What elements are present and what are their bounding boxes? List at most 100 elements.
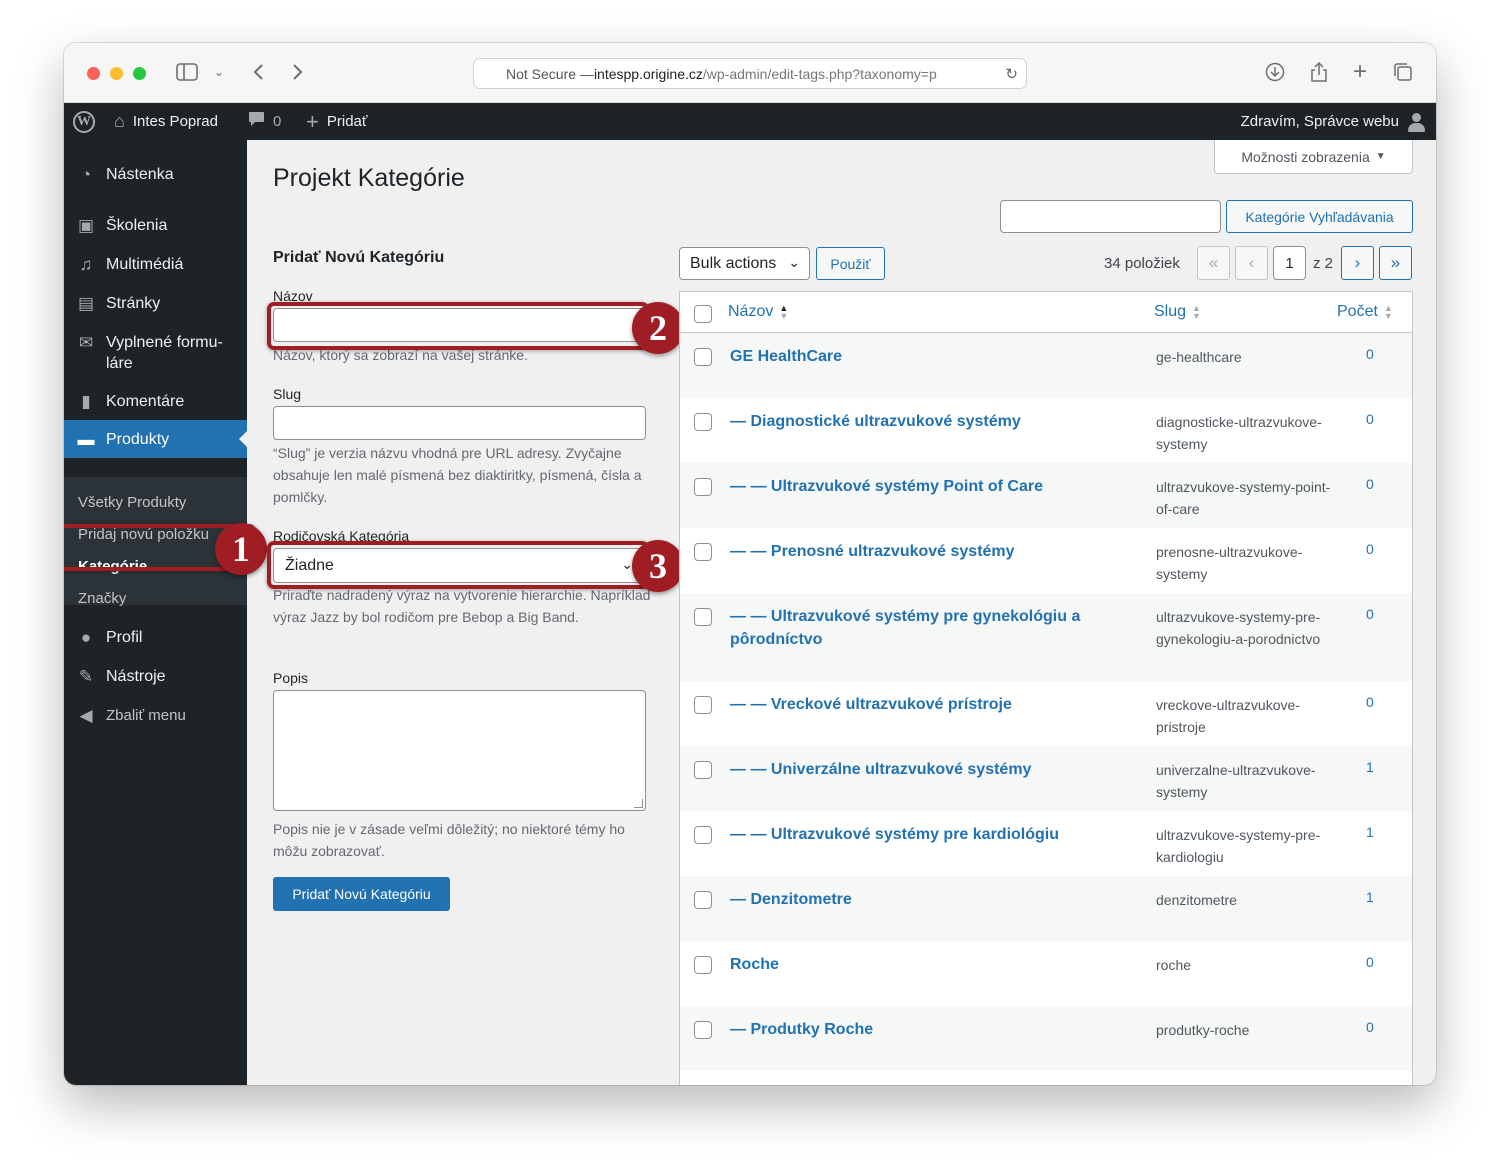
- category-count-link[interactable]: 0: [1366, 476, 1374, 492]
- new-tab-icon[interactable]: +: [1348, 58, 1372, 85]
- close-window-button[interactable]: [87, 67, 100, 80]
- menu-item-collapse[interactable]: ◀ Zbaliť menu: [64, 705, 247, 726]
- row-checkbox[interactable]: [694, 1021, 712, 1039]
- site-name: Intes Poprad: [132, 113, 218, 130]
- row-checkbox[interactable]: [694, 608, 712, 626]
- category-count-link[interactable]: 0: [1366, 541, 1374, 557]
- prev-page-button[interactable]: ‹: [1235, 246, 1268, 280]
- category-count-link[interactable]: 0: [1366, 954, 1374, 970]
- submenu-all-products[interactable]: Všetky Produkty: [78, 494, 186, 511]
- category-name-link[interactable]: — Denzitometre: [730, 888, 1100, 911]
- row-checkbox[interactable]: [694, 826, 712, 844]
- category-name-link[interactable]: — Produtky Roche: [730, 1018, 1100, 1041]
- menu-item-tools[interactable]: ✎ Nástroje: [64, 666, 247, 687]
- category-count-link[interactable]: 1: [1366, 824, 1374, 840]
- sort-icon: ▲ ▼: [779, 303, 789, 321]
- menu-item-media[interactable]: ♫ Multimédiá: [64, 254, 247, 275]
- table-row: — — Ultrazvukové systémy Point of Care ul…: [680, 463, 1412, 528]
- description-textarea[interactable]: [273, 690, 646, 811]
- row-checkbox[interactable]: [694, 543, 712, 561]
- menu-item-forms[interactable]: ✉ Vyplnené formu- láre: [64, 332, 247, 374]
- training-icon: ▣: [77, 216, 95, 235]
- bulk-actions-label: Bulk actions: [690, 254, 777, 272]
- menu-item-comments[interactable]: ▮ Komentáre: [64, 391, 247, 412]
- menu-item-products[interactable]: ▬ Produkty: [64, 420, 247, 458]
- comments-link[interactable]: 0: [248, 103, 281, 140]
- share-icon[interactable]: [1306, 59, 1332, 85]
- menu-label: Školenia: [106, 217, 168, 234]
- category-name-link[interactable]: Roche: [730, 953, 1100, 976]
- admin-sidebar: ◔ Nástenka ▣ Školenia ♫ Multimédiá ▤ Str…: [64, 140, 247, 1085]
- category-name-link[interactable]: — — Ultrazvukové systémy pre kardiológiu: [730, 823, 1100, 846]
- column-slug-header[interactable]: Slug ▲ ▼: [1154, 303, 1201, 321]
- avatar: [1407, 112, 1425, 132]
- row-checkbox[interactable]: [694, 413, 712, 431]
- sort-icon: ▲ ▼: [1383, 303, 1393, 321]
- category-slug: diagnosticke-ultrazvukove-systemy: [1156, 414, 1322, 452]
- add-category-button[interactable]: Pridať Novú Kategóriu: [273, 877, 450, 911]
- row-checkbox[interactable]: [694, 761, 712, 779]
- back-icon[interactable]: [246, 59, 270, 85]
- row-checkbox[interactable]: [694, 956, 712, 974]
- minimize-window-button[interactable]: [110, 67, 123, 80]
- comment-icon: [248, 111, 265, 132]
- last-page-button[interactable]: »: [1379, 246, 1412, 280]
- search-categories-button[interactable]: Kategórie Vyhľadávania: [1226, 200, 1413, 233]
- site-name-link[interactable]: ⌂ Intes Poprad: [114, 103, 218, 140]
- reload-icon[interactable]: ↻: [1005, 65, 1018, 83]
- category-count-link[interactable]: 0: [1366, 606, 1374, 622]
- category-slug: ultrazvukove-systemy-pre-kardiologiu: [1156, 827, 1321, 865]
- row-checkbox[interactable]: [694, 478, 712, 496]
- row-checkbox[interactable]: [694, 348, 712, 366]
- table-row: — Produtky Roche produtky-roche 0: [680, 1006, 1412, 1071]
- tabs-overview-icon[interactable]: [1390, 59, 1416, 85]
- category-name-link[interactable]: — — Prenosné ultrazvukové systémy: [730, 540, 1100, 563]
- category-count-link[interactable]: 0: [1366, 1019, 1374, 1035]
- new-content-link[interactable]: + Pridať: [306, 103, 368, 140]
- menu-label: Multimédiá: [106, 256, 184, 273]
- screen-options-button[interactable]: Možnosti zobrazenia ▼: [1214, 140, 1413, 174]
- zoom-window-button[interactable]: [133, 67, 146, 80]
- category-count-link[interactable]: 0: [1366, 694, 1374, 710]
- wordpress-logo-icon[interactable]: W: [73, 103, 95, 140]
- category-name-link[interactable]: — — Vreckové ultrazvukové prístroje: [730, 693, 1100, 716]
- submenu-tags[interactable]: Značky: [78, 590, 126, 607]
- category-count-link[interactable]: 1: [1366, 889, 1374, 905]
- menu-item-dashboard[interactable]: ◔ Nástenka: [64, 164, 247, 185]
- menu-item-profile[interactable]: ● Profil: [64, 627, 247, 648]
- category-name-link[interactable]: — — Univerzálne ultrazvukové systémy: [730, 758, 1100, 781]
- apply-button[interactable]: Použiť: [816, 247, 885, 280]
- account-menu[interactable]: Zdravím, Správce webu: [1241, 103, 1425, 140]
- menu-label-line1: Vyplnené formu-: [106, 334, 223, 351]
- column-count-header[interactable]: Počet ▲ ▼: [1337, 303, 1393, 321]
- category-name-link[interactable]: — — Ultrazvukové systémy Point of Care: [730, 475, 1100, 498]
- download-icon[interactable]: [1262, 59, 1288, 85]
- menu-label: Vyplnené formu- láre: [106, 332, 223, 374]
- row-checkbox[interactable]: [694, 891, 712, 909]
- bulk-actions-select[interactable]: Bulk actions ⌄: [679, 247, 810, 280]
- next-page-button[interactable]: ›: [1341, 246, 1374, 280]
- menu-item-pages[interactable]: ▤ Stránky: [64, 293, 247, 314]
- plus-icon: +: [306, 108, 319, 134]
- category-name-link[interactable]: — — Ultrazvukové systémy pre gynekológiu…: [730, 605, 1100, 651]
- forward-icon[interactable]: [286, 59, 310, 85]
- category-count-link[interactable]: 1: [1366, 759, 1374, 775]
- category-count-link[interactable]: 0: [1366, 346, 1374, 362]
- column-name-header[interactable]: Názov ▲ ▼: [728, 303, 788, 321]
- select-all-checkbox[interactable]: [694, 305, 712, 323]
- greeting: Zdravím, Správce webu: [1240, 113, 1399, 130]
- sidebar-toggle-icon[interactable]: [174, 59, 200, 85]
- search-input[interactable]: [1000, 200, 1221, 233]
- first-page-button[interactable]: «: [1197, 246, 1230, 280]
- category-name-link[interactable]: GE HealthCare: [730, 345, 1100, 368]
- wrench-icon: ✎: [78, 667, 94, 686]
- menu-item-training[interactable]: ▣ Školenia: [64, 215, 247, 236]
- category-count-link[interactable]: 0: [1366, 411, 1374, 427]
- chevron-down-icon[interactable]: ⌄: [209, 59, 229, 85]
- slug-input[interactable]: [273, 406, 646, 440]
- current-page-input[interactable]: 1: [1273, 246, 1306, 280]
- row-checkbox[interactable]: [694, 696, 712, 714]
- category-name-link[interactable]: — Diagnostické ultrazvukové systémy: [730, 410, 1100, 433]
- address-bar[interactable]: Not Secure — intespp.origine.cz /wp-admi…: [473, 58, 1027, 89]
- table-header: Názov ▲ ▼ Slug ▲ ▼ Počet ▲ ▼: [680, 292, 1412, 333]
